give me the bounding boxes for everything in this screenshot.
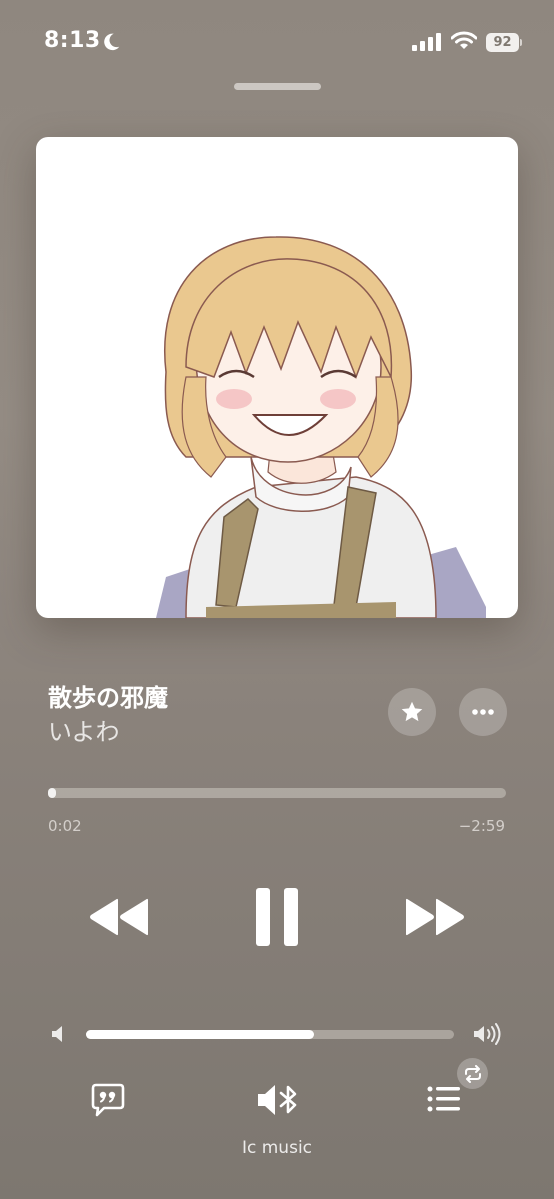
lyrics-button[interactable] xyxy=(90,1082,126,1122)
battery-icon: 92 xyxy=(486,33,519,52)
queue-button[interactable] xyxy=(426,1084,462,1118)
sheet-grabber[interactable] xyxy=(234,83,321,90)
repeat-icon xyxy=(464,1064,481,1083)
repeat-button[interactable] xyxy=(457,1058,488,1089)
fast-forward-button[interactable] xyxy=(404,897,466,941)
volume-high-icon xyxy=(474,1023,501,1045)
elapsed-time: 0:02 xyxy=(48,817,82,835)
track-artist[interactable]: いよわ xyxy=(48,712,120,747)
output-device-name: Ic music xyxy=(241,1138,313,1158)
album-artwork xyxy=(36,137,518,618)
pause-button[interactable] xyxy=(254,887,300,951)
fast-forward-icon xyxy=(406,898,464,936)
progress-fill xyxy=(48,788,56,798)
pause-icon xyxy=(256,888,298,946)
star-icon xyxy=(401,701,423,722)
rewind-button[interactable] xyxy=(88,897,150,941)
favorite-button[interactable] xyxy=(388,688,436,736)
ellipsis-icon xyxy=(472,709,494,715)
queue-list-icon xyxy=(427,1086,460,1112)
audio-output-button[interactable] xyxy=(256,1082,300,1122)
volume-low-icon xyxy=(52,1026,62,1042)
cellular-signal-icon xyxy=(412,33,441,51)
lyrics-icon xyxy=(91,1083,125,1117)
progress-scrubber[interactable] xyxy=(48,788,506,798)
remaining-time: −2:59 xyxy=(458,817,505,835)
rewind-icon xyxy=(90,898,148,936)
bluetooth-speaker-icon xyxy=(258,1085,297,1115)
wifi-icon xyxy=(451,31,477,49)
battery-level: 92 xyxy=(493,35,512,50)
artwork-illustration xyxy=(156,236,486,618)
battery-nub xyxy=(520,39,522,46)
status-time: 8:13 xyxy=(44,28,101,53)
more-options-button[interactable] xyxy=(459,688,507,736)
volume-fill xyxy=(86,1030,315,1039)
track-title: 散歩の邪魔 xyxy=(48,684,168,712)
moon-icon xyxy=(104,33,120,51)
